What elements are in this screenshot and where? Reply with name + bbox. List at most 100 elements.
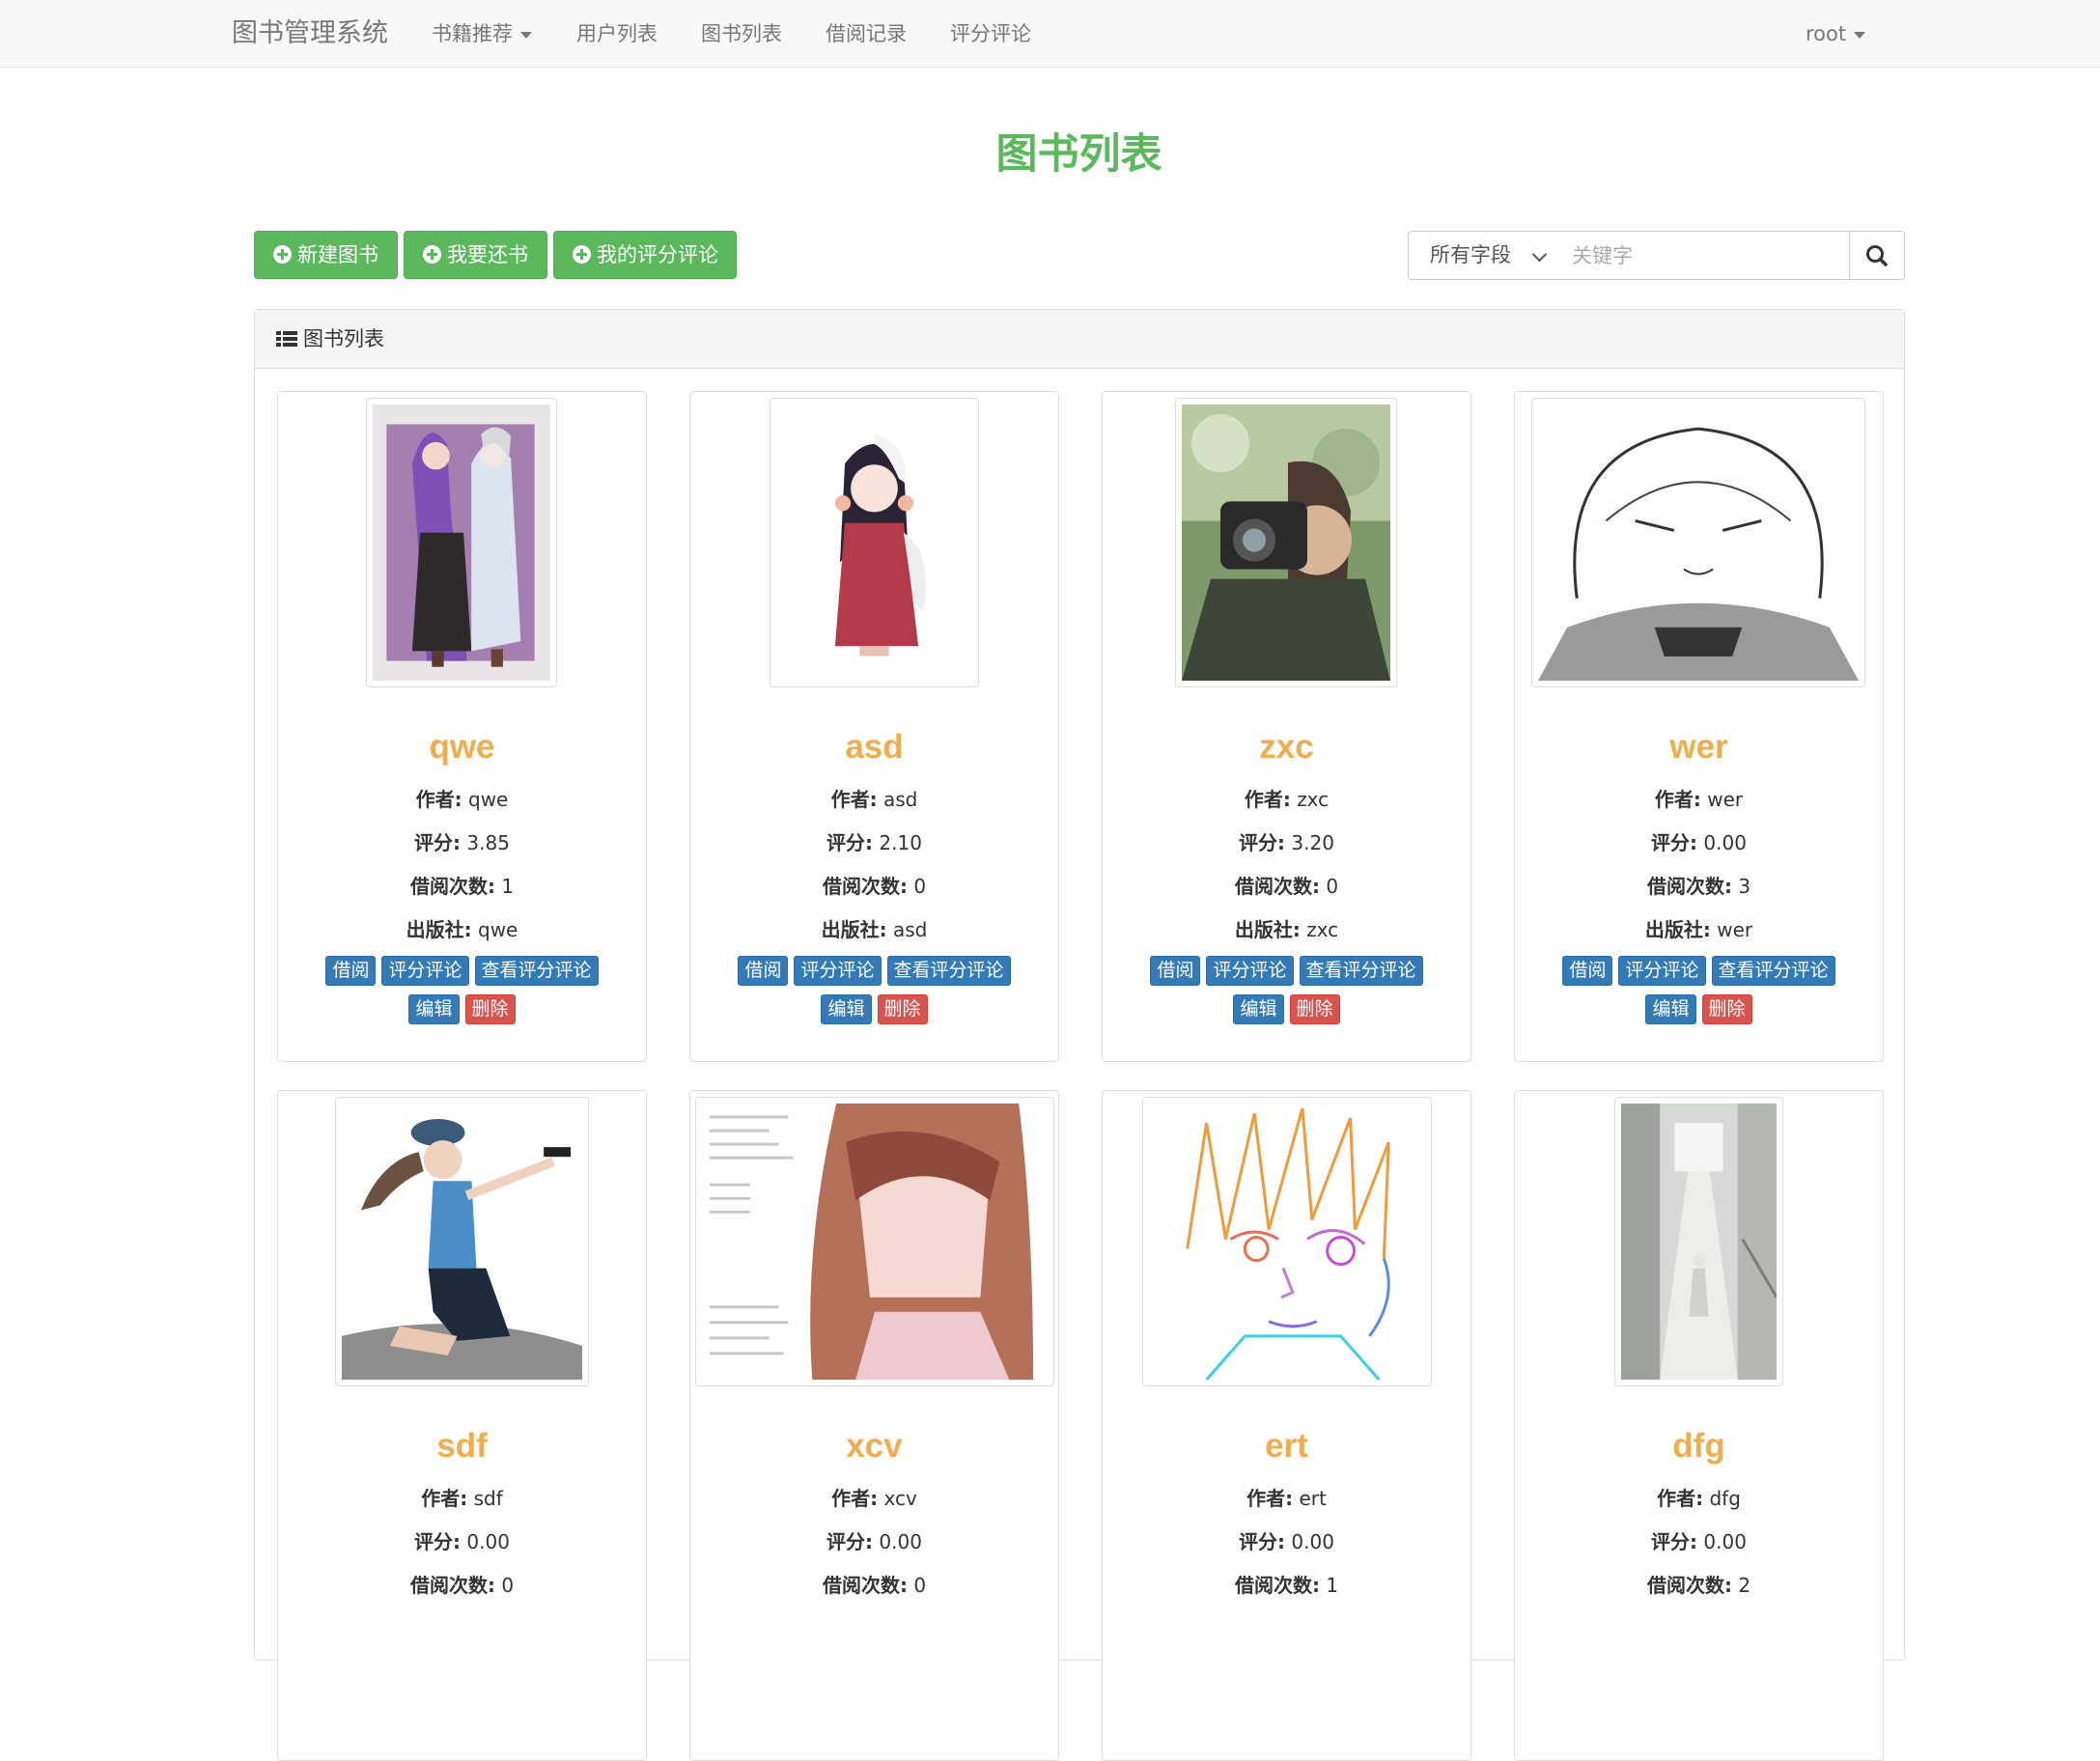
borrow-count-value: 2: [1738, 1574, 1751, 1597]
author-value: qwe: [468, 788, 509, 811]
publisher-value: asd: [892, 918, 928, 941]
borrow-count-label: 借阅次数:: [409, 875, 495, 898]
plus-circle-icon: [573, 245, 591, 264]
book-card: qwe 作者: qwe 评分: 3.85 借阅次数: 1 出版社: qwe 借阅…: [277, 391, 647, 1062]
book-card: wer 作者: wer 评分: 0.00 借阅次数: 3 出版社: wer 借阅…: [1514, 391, 1884, 1062]
view-reviews-button[interactable]: 查看评分评论: [474, 956, 599, 986]
rating-label: 评分:: [826, 1530, 874, 1553]
list-icon: [276, 331, 297, 348]
delete-button[interactable]: 删除: [1289, 994, 1340, 1024]
search-button[interactable]: [1849, 231, 1905, 280]
book-title[interactable]: qwe: [278, 728, 646, 767]
book-title[interactable]: asd: [690, 728, 1058, 767]
return-book-label: 我要还书: [447, 243, 528, 266]
review-button[interactable]: 评分评论: [381, 956, 469, 986]
brand-logo[interactable]: 图书管理系统: [232, 0, 388, 68]
delete-button[interactable]: 删除: [464, 994, 516, 1024]
nav-borrow-records[interactable]: 借阅记录: [826, 0, 907, 68]
publisher-value: zxc: [1306, 918, 1339, 941]
author-label: 作者:: [831, 1487, 879, 1510]
book-publisher: 出版社: qwe: [278, 914, 646, 942]
borrow-button[interactable]: 借阅: [1562, 956, 1613, 986]
delete-button[interactable]: 删除: [1701, 994, 1752, 1024]
nav-book-list[interactable]: 图书列表: [701, 0, 782, 68]
author-label: 作者:: [1654, 788, 1701, 811]
rating-value: 0.00: [1703, 831, 1747, 854]
edit-button[interactable]: 编辑: [408, 994, 460, 1024]
edit-button[interactable]: 编辑: [821, 994, 872, 1024]
nav-user-list[interactable]: 用户列表: [576, 0, 658, 68]
view-reviews-button[interactable]: 查看评分评论: [1299, 956, 1423, 986]
book-title[interactable]: dfg: [1515, 1427, 1883, 1466]
book-borrow-count: 借阅次数: 0: [690, 871, 1058, 899]
rating-label: 评分:: [1651, 1530, 1698, 1553]
author-value: sdf: [473, 1487, 503, 1510]
book-cover-image[interactable]: [335, 1097, 589, 1386]
book-publisher: 出版社: zxc: [1103, 914, 1470, 942]
book-rating: 评分: 3.20: [1103, 827, 1470, 855]
borrow-count-value: 0: [501, 1574, 515, 1597]
author-label: 作者:: [830, 788, 878, 811]
user-menu[interactable]: root: [1806, 0, 1866, 68]
book-cover-image[interactable]: [366, 398, 557, 687]
borrow-button[interactable]: 借阅: [1150, 956, 1201, 986]
book-cover-image[interactable]: [1142, 1097, 1432, 1386]
borrow-button[interactable]: 借阅: [325, 956, 377, 986]
book-title[interactable]: xcv: [690, 1427, 1058, 1466]
new-book-button[interactable]: 新建图书: [254, 231, 398, 279]
book-title[interactable]: wer: [1515, 728, 1883, 767]
book-borrow-count: 借阅次数: 0: [1103, 871, 1470, 899]
book-cover-image[interactable]: [770, 398, 979, 687]
book-rating: 评分: 3.85: [278, 827, 646, 855]
chevron-down-icon: [1531, 246, 1548, 263]
borrow-button[interactable]: 借阅: [738, 956, 789, 986]
caret-down-icon: [520, 31, 532, 39]
edit-button[interactable]: 编辑: [1645, 994, 1696, 1024]
view-reviews-button[interactable]: 查看评分评论: [886, 956, 1011, 986]
plus-circle-icon: [423, 245, 441, 264]
book-cover-image[interactable]: [695, 1097, 1054, 1386]
borrow-count-label: 借阅次数:: [822, 875, 908, 898]
author-value: ert: [1299, 1487, 1327, 1510]
search-field-select[interactable]: 所有字段: [1408, 231, 1557, 280]
rating-label: 评分:: [1651, 831, 1698, 854]
author-label: 作者:: [1244, 788, 1291, 811]
book-title[interactable]: zxc: [1103, 728, 1470, 767]
edit-button[interactable]: 编辑: [1233, 994, 1284, 1024]
borrow-count-value: 1: [501, 875, 515, 898]
my-reviews-button[interactable]: 我的评分评论: [553, 231, 737, 279]
nav-reviews[interactable]: 评分评论: [950, 0, 1031, 68]
rating-label: 评分:: [1239, 1530, 1286, 1553]
nav-book-recommend[interactable]: 书籍推荐: [432, 0, 532, 68]
delete-button[interactable]: 删除: [877, 994, 928, 1024]
book-cover-image[interactable]: [1614, 1097, 1783, 1386]
book-cover-image[interactable]: [1531, 398, 1865, 687]
rating-label: 评分:: [1239, 831, 1286, 854]
review-button[interactable]: 评分评论: [1206, 956, 1294, 986]
return-book-button[interactable]: 我要还书: [404, 231, 547, 279]
book-card: dfg 作者: dfg 评分: 0.00 借阅次数: 2: [1514, 1090, 1884, 1761]
book-card: xcv 作者: xcv 评分: 0.00 借阅次数: 0: [689, 1090, 1059, 1761]
review-button[interactable]: 评分评论: [1618, 956, 1706, 986]
view-reviews-button[interactable]: 查看评分评论: [1711, 956, 1835, 986]
page-title: 图书列表: [995, 130, 1162, 179]
book-borrow-count: 借阅次数: 0: [278, 1570, 646, 1598]
author-value: wer: [1707, 788, 1744, 811]
search-input[interactable]: [1556, 231, 1851, 280]
book-borrow-count: 借阅次数: 1: [1103, 1570, 1470, 1598]
book-borrow-count: 借阅次数: 3: [1515, 871, 1883, 899]
author-value: xcv: [883, 1487, 917, 1510]
review-button[interactable]: 评分评论: [794, 956, 882, 986]
rating-value: 0.00: [1703, 1530, 1747, 1553]
rating-label: 评分:: [414, 1530, 462, 1553]
plus-circle-icon: [273, 245, 292, 264]
card-actions: 借阅 评分评论 查看评分评论: [1515, 956, 1883, 986]
top-navbar: 图书管理系统 书籍推荐 用户列表 图书列表 借阅记录 评分评论 root: [0, 0, 2100, 68]
borrow-count-value: 0: [913, 1574, 927, 1597]
panel-heading-label: 图书列表: [303, 327, 384, 350]
book-card: ert 作者: ert 评分: 0.00 借阅次数: 1: [1102, 1090, 1471, 1761]
book-title[interactable]: ert: [1103, 1427, 1470, 1466]
publisher-label: 出版社:: [1234, 918, 1301, 941]
book-cover-image[interactable]: [1175, 398, 1397, 687]
book-title[interactable]: sdf: [278, 1427, 646, 1466]
